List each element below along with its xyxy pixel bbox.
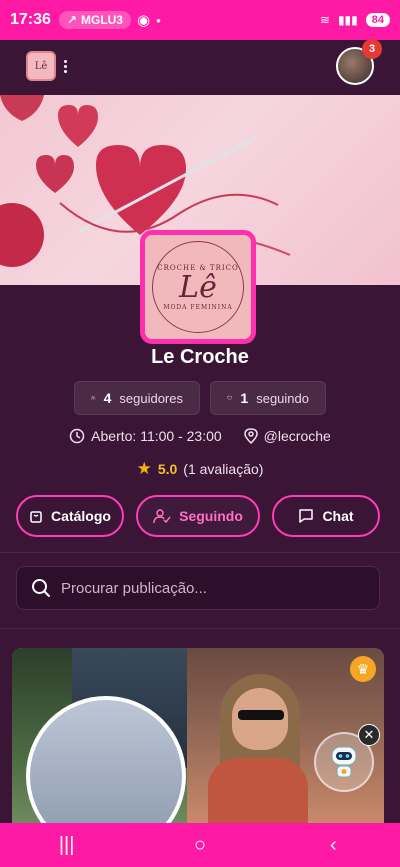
robot-icon bbox=[331, 746, 357, 778]
location-pin-icon bbox=[243, 428, 258, 444]
app-header: Lê 3 bbox=[0, 39, 400, 92]
wifi-icon: ≋ bbox=[319, 13, 330, 27]
following-count: 1 bbox=[240, 390, 249, 406]
user-avatar-button[interactable]: 3 bbox=[336, 39, 382, 85]
trending-up-icon: ↗ bbox=[66, 13, 77, 27]
followers-count: 4 bbox=[103, 390, 112, 406]
chat-label: Chat bbox=[322, 508, 354, 524]
opening-hours: Aberto: 11:00 - 23:00 bbox=[69, 428, 222, 444]
following-button[interactable]: 1 seguindo bbox=[210, 381, 326, 415]
rating-value: 5.0 bbox=[157, 461, 178, 477]
store-handle-text: @lecroche bbox=[263, 428, 331, 444]
store-name: Le Croche bbox=[151, 346, 249, 368]
store-rating[interactable]: ★ 5.0 (1 avaliação) bbox=[0, 459, 400, 479]
catalog-button[interactable]: Catálogo bbox=[16, 495, 124, 537]
whatsapp-icon: ◉ bbox=[136, 12, 151, 29]
logo-main-text: Lê bbox=[179, 269, 217, 305]
back-icon[interactable]: ‹ bbox=[303, 834, 363, 857]
notification-badge: 3 bbox=[362, 39, 382, 59]
divider bbox=[0, 552, 400, 553]
status-bar: 17:36 ↗ MGLU3 ◉ ● ≋ ▮▮▮ 84 bbox=[0, 0, 400, 40]
opening-hours-text: Aberto: 11:00 - 23:00 bbox=[91, 428, 222, 444]
star-icon: ★ bbox=[136, 459, 152, 478]
signal-icon: ▮▮▮ bbox=[337, 13, 358, 27]
stock-ticker-label: MGLU3 bbox=[80, 13, 123, 27]
following-label: seguindo bbox=[256, 390, 309, 406]
stock-ticker-pill[interactable]: ↗ MGLU3 bbox=[58, 11, 131, 29]
post-search-bar[interactable] bbox=[16, 566, 380, 610]
crown-icon: ♛ bbox=[350, 656, 376, 682]
following-toggle-label: Seguindo bbox=[179, 508, 243, 524]
home-icon[interactable]: ○ bbox=[170, 834, 230, 857]
store-actions: Catálogo Seguindo Chat bbox=[16, 495, 380, 537]
heart-icon bbox=[227, 395, 233, 401]
user-check-icon bbox=[153, 509, 171, 524]
followers-button[interactable]: 4 seguidores bbox=[74, 381, 200, 415]
recent-apps-icon[interactable]: ||| bbox=[37, 834, 97, 857]
follow-stats: 4 seguidores 1 seguindo bbox=[0, 381, 400, 415]
more-options-icon[interactable] bbox=[60, 59, 70, 73]
logo-bottom-text: MODA FEMININA bbox=[163, 303, 233, 311]
model-knit-top bbox=[208, 758, 308, 823]
message-icon bbox=[299, 509, 314, 523]
battery-indicator: 84 bbox=[365, 13, 390, 27]
model-sunglasses bbox=[238, 710, 284, 720]
followers-label: seguidores bbox=[119, 390, 183, 406]
close-icon[interactable]: ✕ bbox=[358, 724, 380, 746]
rating-count: (1 avaliação) bbox=[183, 461, 264, 477]
shopping-bag-icon bbox=[30, 511, 42, 523]
users-icon bbox=[91, 396, 96, 400]
catalog-label: Catálogo bbox=[51, 508, 111, 524]
store-info: Aberto: 11:00 - 23:00 @lecroche bbox=[0, 428, 400, 444]
app-logo[interactable]: Lê bbox=[26, 51, 56, 81]
clock-icon bbox=[69, 428, 85, 444]
chat-button[interactable]: Chat bbox=[272, 495, 380, 537]
following-toggle-button[interactable]: Seguindo bbox=[136, 495, 260, 537]
search-input[interactable] bbox=[61, 579, 365, 597]
search-icon bbox=[32, 579, 50, 597]
system-navigation-bar: ||| ○ ‹ bbox=[0, 823, 400, 867]
store-logo-emblem: CROCHE & TRICO Lê MODA FEMININA bbox=[152, 241, 244, 333]
store-logo[interactable]: CROCHE & TRICO Lê MODA FEMININA bbox=[140, 230, 256, 344]
notification-dot-icon: ● bbox=[156, 15, 161, 25]
post-card[interactable]: ♛ ✕ bbox=[12, 648, 384, 823]
store-handle[interactable]: @lecroche bbox=[243, 428, 331, 444]
divider bbox=[0, 628, 400, 629]
status-time: 17:36 bbox=[10, 11, 51, 28]
